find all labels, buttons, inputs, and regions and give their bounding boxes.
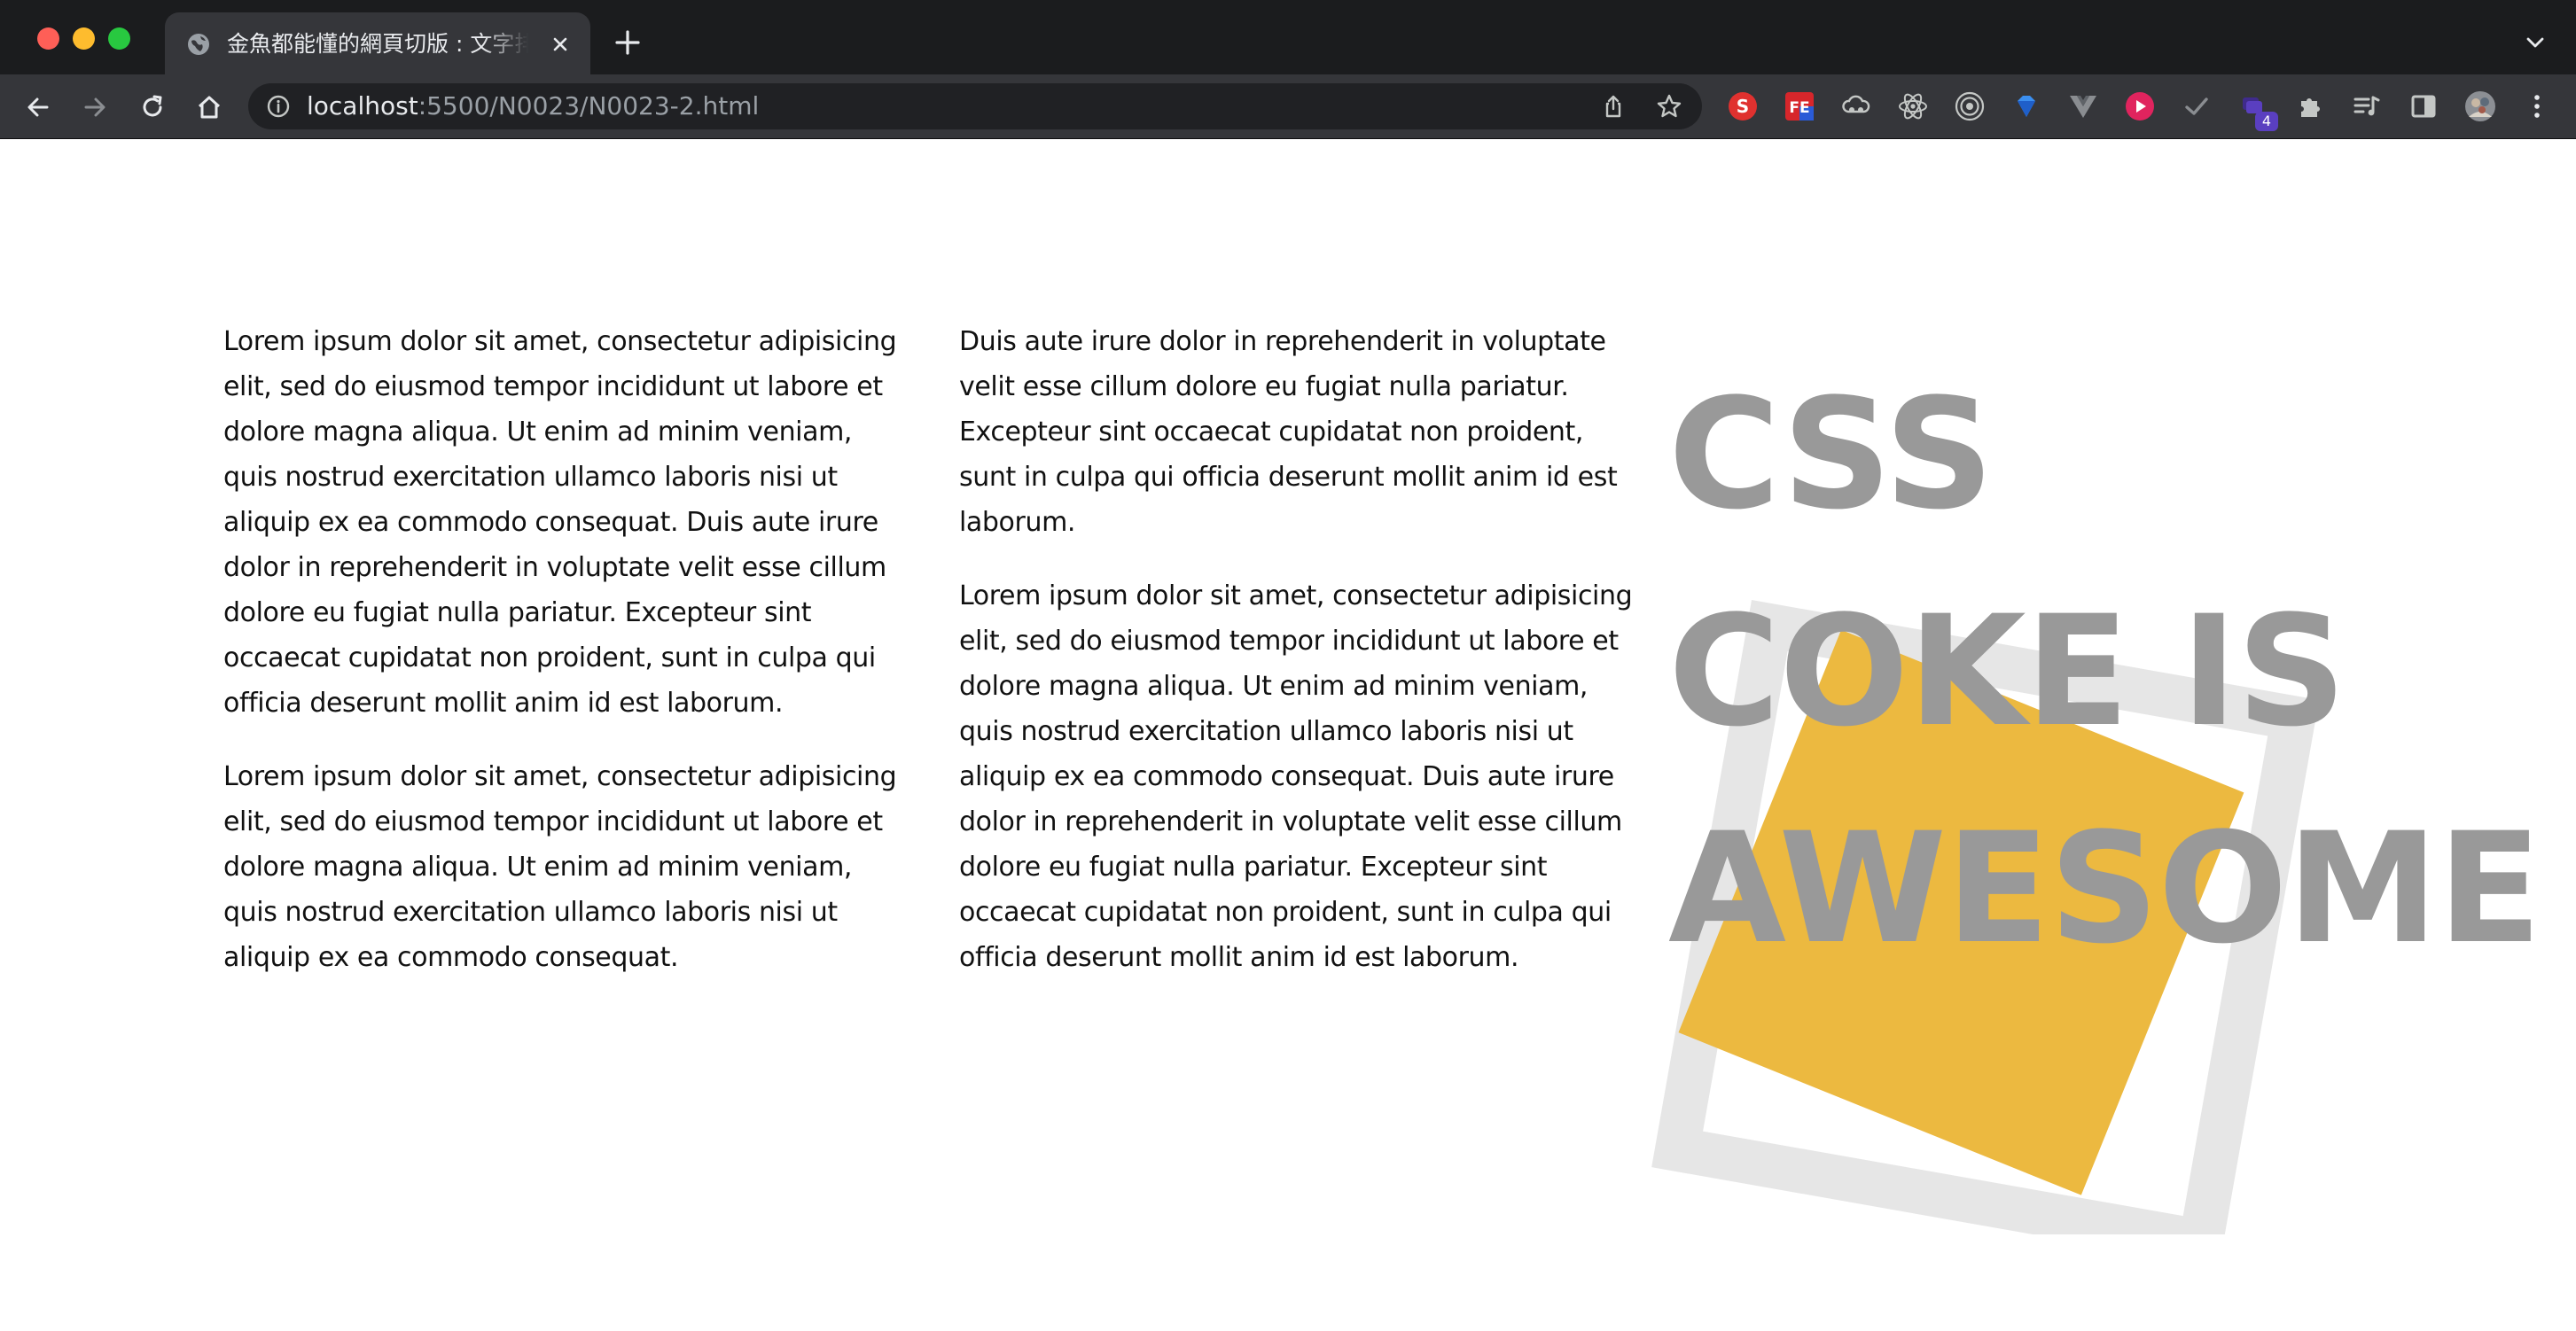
play-icon[interactable] — [2124, 90, 2156, 122]
browser-toolbar: localhost:5500/N0023/N0023-2.html S FE 4 — [0, 74, 2576, 139]
headline-line-3: AWESOME — [1668, 799, 2541, 977]
page-content: Lorem ipsum dolor sit amet, consectetur … — [0, 139, 2576, 1331]
puzzle-icon[interactable] — [2294, 90, 2326, 122]
extension-s-icon[interactable]: S — [1727, 90, 1759, 122]
new-tab-plus-icon[interactable] — [613, 28, 642, 57]
extension-cloud-icon[interactable] — [1840, 90, 1872, 122]
url-text[interactable]: localhost:5500/N0023/N0023-2.html — [307, 90, 759, 122]
react-devtools-icon[interactable] — [1897, 90, 1929, 122]
headline-line-1: CSS — [1668, 365, 1994, 543]
browser-chrome: 金魚都能懂的網頁切版 : 文字排版 localhost:5500/N0023/N… — [0, 0, 2576, 139]
share-icon[interactable] — [1601, 94, 1626, 119]
active-tab[interactable]: 金魚都能懂的網頁切版 : 文字排版 — [165, 12, 590, 74]
tab-strip: 金魚都能懂的網頁切版 : 文字排版 — [0, 0, 2576, 74]
globe-icon — [188, 34, 209, 55]
kebab-menu-icon[interactable] — [2521, 90, 2553, 122]
info-icon[interactable] — [266, 94, 291, 119]
chevron-down-icon[interactable] — [2525, 32, 2546, 53]
arrow-right-icon[interactable] — [80, 92, 110, 122]
close-icon[interactable] — [548, 32, 573, 57]
svg-text:FE: FE — [1789, 99, 1809, 117]
headline-line-2: COKE IS — [1668, 582, 2346, 760]
arrow-left-icon[interactable] — [23, 92, 53, 122]
vue-devtools-icon[interactable] — [2067, 90, 2099, 122]
reading-list-icon[interactable] — [2351, 90, 2383, 122]
side-panel-icon[interactable] — [2408, 90, 2439, 122]
paragraph: Lorem ipsum dolor sit amet, consectetur … — [959, 580, 1633, 973]
paragraph: Lorem ipsum dolor sit amet, consectetur … — [223, 326, 897, 719]
window-close-button[interactable] — [37, 27, 59, 50]
home-icon[interactable] — [194, 92, 224, 122]
reload-icon[interactable] — [137, 92, 168, 122]
svg-text:S: S — [1737, 96, 1749, 117]
url-path: :5500/N0023/N0023-2.html — [418, 91, 760, 121]
extension-badge: 4 — [2255, 112, 2278, 131]
text-column-left: Lorem ipsum dolor sit amet, consectetur … — [223, 319, 906, 1008]
paragraph: Lorem ipsum dolor sit amet, consectetur … — [223, 761, 897, 973]
star-icon[interactable] — [1656, 93, 1682, 120]
extension-fe-icon[interactable]: FE — [1784, 90, 1815, 122]
text-column-right: Duis aute irure dolor in reprehenderit i… — [959, 319, 1642, 1008]
paragraph: Duis aute irure dolor in reprehenderit i… — [959, 326, 1618, 538]
target-icon[interactable] — [1954, 90, 1986, 122]
checkmark-icon[interactable] — [2181, 90, 2213, 122]
address-bar[interactable]: localhost:5500/N0023/N0023-2.html — [248, 83, 1702, 129]
window-zoom-button[interactable] — [108, 27, 130, 50]
avatar[interactable] — [2464, 90, 2496, 122]
gem-icon[interactable] — [2010, 90, 2042, 122]
url-host: localhost — [307, 91, 418, 121]
window-minimize-button[interactable] — [73, 27, 95, 50]
tab-title: 金魚都能懂的網頁切版 : 文字排版 — [227, 31, 528, 57]
